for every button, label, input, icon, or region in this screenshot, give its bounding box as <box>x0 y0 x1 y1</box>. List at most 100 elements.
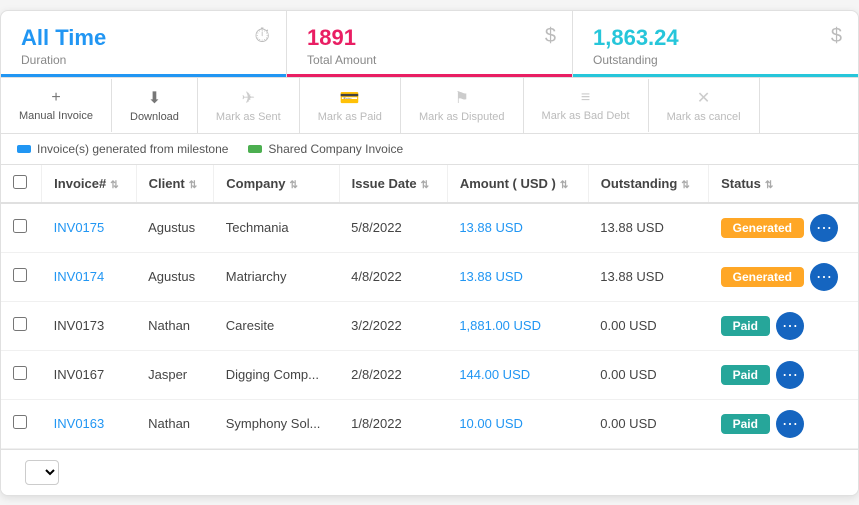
checkbox-INV0167[interactable] <box>13 366 27 380</box>
invoice-num-INV0174[interactable]: INV0174 <box>42 252 136 301</box>
show-select[interactable] <box>25 460 59 485</box>
th-status[interactable]: Status⇅ <box>709 165 858 203</box>
table-row: INV0167JasperDigging Comp...2/8/2022144.… <box>1 350 858 399</box>
status-badge-INV0167: Paid <box>721 365 770 385</box>
stat-icon-total: $ <box>545 25 556 48</box>
status-cell-INV0175: Generated⋯ <box>709 204 858 252</box>
table-row: INV0175AgustusTechmania5/8/202213.88 USD… <box>1 203 858 253</box>
toolbar-icon-mark-sent: ✈ <box>242 88 255 108</box>
sort-icon-company[interactable]: ⇅ <box>290 180 298 191</box>
th-amount[interactable]: Amount ( USD )⇅ <box>447 165 588 203</box>
stat-label-outstanding: Outstanding <box>593 53 838 67</box>
toolbar-icon-manual-invoice: + <box>51 89 60 107</box>
invoice-table: Invoice#⇅Client⇅Company⇅Issue Date⇅Amoun… <box>1 165 858 449</box>
toolbar-btn-mark-cancel: ✕ Mark as cancel <box>649 78 760 133</box>
main-container: All TimeDuration⏱1891Total Amount$1,863.… <box>0 10 859 496</box>
status-cell-INV0167: Paid ⋯ <box>709 351 858 399</box>
toolbar-btn-download[interactable]: ⬇ Download <box>112 78 198 133</box>
more-btn-INV0175[interactable]: ⋯ <box>810 214 838 242</box>
more-btn-INV0167[interactable]: ⋯ <box>776 361 804 389</box>
outstanding-INV0167: 0.00 USD <box>588 350 708 399</box>
outstanding-INV0163: 0.00 USD <box>588 399 708 448</box>
th-issue_date[interactable]: Issue Date⇅ <box>339 165 447 203</box>
sort-icon-amount[interactable]: ⇅ <box>560 180 568 191</box>
toolbar-icon-mark-cancel: ✕ <box>697 88 710 108</box>
outstanding-INV0174: 13.88 USD <box>588 252 708 301</box>
amount-INV0163[interactable]: 10.00 USD <box>447 399 588 448</box>
sort-icon-issue_date[interactable]: ⇅ <box>421 180 429 191</box>
row-checkbox-INV0163 <box>1 399 42 448</box>
toolbar-btn-mark-bad-debt: ≡Mark as Bad Debt <box>524 79 649 132</box>
toolbar-btn-mark-paid: 💳 Mark as Paid <box>300 78 401 133</box>
legend: Invoice(s) generated from milestone Share… <box>1 134 858 165</box>
outstanding-INV0173: 0.00 USD <box>588 301 708 350</box>
toolbar-icon-mark-paid: 💳 <box>340 88 360 108</box>
legend-item-shared: Shared Company Invoice <box>248 142 403 156</box>
client-INV0173: Nathan <box>136 301 214 350</box>
outstanding-INV0175: 13.88 USD <box>588 203 708 253</box>
client-INV0174: Agustus <box>136 252 214 301</box>
toolbar-btn-manual-invoice[interactable]: +Manual Invoice <box>1 79 112 132</box>
company-INV0163: Symphony Sol... <box>214 399 339 448</box>
stat-bar-total <box>287 74 572 77</box>
amount-INV0173[interactable]: 1,881.00 USD <box>447 301 588 350</box>
issue-date-INV0173: 3/2/2022 <box>339 301 447 350</box>
toolbar-btn-mark-sent: ✈Mark as Sent <box>198 78 300 133</box>
checkbox-INV0175[interactable] <box>13 219 27 233</box>
invoice-num-INV0173: INV0173 <box>42 301 136 350</box>
table-row: INV0173NathanCaresite3/2/20221,881.00 US… <box>1 301 858 350</box>
invoice-num-INV0175[interactable]: INV0175 <box>42 203 136 253</box>
toolbar-label-download: Download <box>130 111 179 123</box>
client-INV0163: Nathan <box>136 399 214 448</box>
more-btn-INV0174[interactable]: ⋯ <box>810 263 838 291</box>
toolbar-label-mark-cancel: Mark as cancel <box>667 111 741 123</box>
stat-icon-outstanding: $ <box>831 25 842 48</box>
issue-date-INV0167: 2/8/2022 <box>339 350 447 399</box>
row-checkbox-INV0175 <box>1 203 42 253</box>
stat-label-total: Total Amount <box>307 53 552 67</box>
issue-date-INV0174: 4/8/2022 <box>339 252 447 301</box>
invoice-num-INV0167: INV0167 <box>42 350 136 399</box>
stat-label-duration: Duration <box>21 53 266 67</box>
stat-card-duration: All TimeDuration⏱ <box>1 11 287 77</box>
status-badge-INV0173: Paid <box>721 316 770 336</box>
th-invoice[interactable]: Invoice#⇅ <box>42 165 136 203</box>
toolbar: +Manual Invoice ⬇ Download ✈Mark as Sent 💳 Ma… <box>1 78 858 134</box>
stat-bar-duration <box>1 74 286 77</box>
sort-icon-status[interactable]: ⇅ <box>765 180 773 191</box>
stat-card-outstanding: 1,863.24Outstanding$ <box>573 11 858 77</box>
amount-INV0175[interactable]: 13.88 USD <box>447 203 588 253</box>
stat-title-duration: All Time <box>21 25 266 51</box>
toolbar-icon-download: ⬇ <box>148 88 161 108</box>
invoice-num-INV0163[interactable]: INV0163 <box>42 399 136 448</box>
sort-icon-client[interactable]: ⇅ <box>189 180 197 191</box>
legend-label-milestone: Invoice(s) generated from milestone <box>37 142 228 156</box>
toolbar-btn-mark-disputed: ⚑Mark as Disputed <box>401 78 524 133</box>
th-outstanding[interactable]: Outstanding⇅ <box>588 165 708 203</box>
checkbox-INV0173[interactable] <box>13 317 27 331</box>
company-INV0175: Techmania <box>214 203 339 253</box>
legend-dot-milestone <box>17 145 31 153</box>
more-btn-INV0173[interactable]: ⋯ <box>776 312 804 340</box>
amount-INV0167[interactable]: 144.00 USD <box>447 350 588 399</box>
sort-icon-outstanding[interactable]: ⇅ <box>681 180 689 191</box>
status-cell-INV0174: Generated⋯ <box>709 253 858 301</box>
th-client[interactable]: Client⇅ <box>136 165 214 203</box>
checkbox-INV0163[interactable] <box>13 415 27 429</box>
table-row: INV0174AgustusMatriarchy4/8/202213.88 US… <box>1 252 858 301</box>
show-control <box>17 460 59 485</box>
legend-dot-shared <box>248 145 262 153</box>
th-company[interactable]: Company⇅ <box>214 165 339 203</box>
checkbox-INV0174[interactable] <box>13 268 27 282</box>
client-INV0167: Jasper <box>136 350 214 399</box>
th-checkbox <box>1 165 42 203</box>
sort-icon-invoice[interactable]: ⇅ <box>110 180 118 191</box>
issue-date-INV0163: 1/8/2022 <box>339 399 447 448</box>
stat-title-total: 1891 <box>307 25 552 51</box>
row-checkbox-INV0167 <box>1 350 42 399</box>
company-INV0167: Digging Comp... <box>214 350 339 399</box>
toolbar-label-mark-paid: Mark as Paid <box>318 111 382 123</box>
more-btn-INV0163[interactable]: ⋯ <box>776 410 804 438</box>
amount-INV0174[interactable]: 13.88 USD <box>447 252 588 301</box>
select-all-checkbox[interactable] <box>13 175 27 189</box>
